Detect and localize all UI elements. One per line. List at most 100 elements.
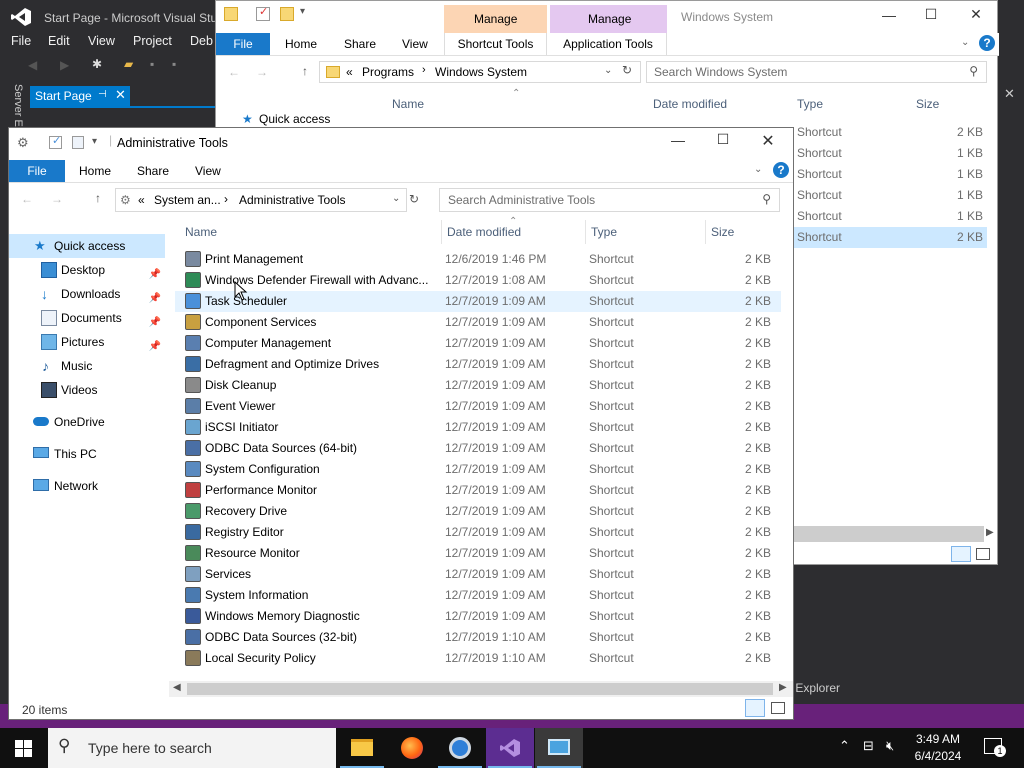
ws-tab-file[interactable]: File	[216, 33, 270, 55]
minimize-icon[interactable]: —	[874, 7, 904, 23]
show-hidden-icons-icon[interactable]: ⌃	[839, 738, 850, 754]
manage-context-tab-2[interactable]: Manage	[550, 5, 667, 33]
new-item-icon[interactable]	[72, 136, 84, 149]
col-divider[interactable]	[441, 220, 442, 244]
close-icon[interactable]: ✕	[961, 6, 991, 23]
taskbar-chrome[interactable]	[436, 728, 484, 768]
large-icons-view-icon[interactable]	[976, 548, 990, 560]
table-row[interactable]: Shortcut 1 KB	[794, 185, 987, 206]
table-row[interactable]: Defragment and Optimize Drives 12/7/2019 …	[175, 354, 781, 375]
col-date-modified[interactable]: Date modified	[447, 220, 521, 244]
table-row[interactable]: Disk Cleanup 12/7/2019 1:09 AM Shortcut 2 K…	[175, 375, 781, 396]
taskbar-search-box[interactable]: ⚲ Type here to search	[48, 728, 336, 768]
ws-col-name[interactable]: Name	[392, 97, 424, 111]
ws-up-icon[interactable]: ↑	[302, 64, 308, 78]
search-box[interactable]: Search Administrative Tools ⚲	[439, 188, 780, 212]
vs-menu-view[interactable]: View	[88, 34, 115, 48]
nav-desktop[interactable]: Desktop 📌	[9, 258, 165, 282]
ws-back-icon[interactable]: ←	[228, 65, 240, 79]
table-row[interactable]: System Configuration 12/7/2019 1:09 AM Sho…	[175, 459, 781, 480]
table-row[interactable]: iSCSI Initiator 12/7/2019 1:09 AM Shortcut…	[175, 417, 781, 438]
manage-context-tab-1[interactable]: Manage	[444, 5, 547, 33]
ws-tab-share[interactable]: Share	[344, 33, 376, 55]
details-view-icon[interactable]	[951, 546, 971, 562]
vs-menu-debug[interactable]: Deb	[190, 34, 213, 48]
ws-forward-icon[interactable]: →	[256, 65, 268, 79]
tab-share[interactable]: Share	[137, 160, 169, 182]
ws-col-type[interactable]: Type	[797, 97, 823, 111]
table-row[interactable]: Shortcut 1 KB	[794, 164, 987, 185]
table-row[interactable]: Performance Monitor 12/7/2019 1:09 AM Shor…	[175, 480, 781, 501]
tab-home[interactable]: Home	[79, 160, 111, 182]
save-icon[interactable]: ▪	[150, 57, 154, 71]
large-icons-view-icon[interactable]	[771, 702, 785, 714]
ws-horizontal-scrollbar-thumb[interactable]	[794, 526, 984, 542]
nav-documents[interactable]: Documents 📌	[9, 306, 165, 330]
table-row[interactable]: Registry Editor 12/7/2019 1:09 AM Shortcut…	[175, 522, 781, 543]
table-row[interactable]: Task Scheduler 12/7/2019 1:09 AM Shortcut 2…	[175, 291, 781, 312]
table-row[interactable]: Resource Monitor 12/7/2019 1:09 AM Shortcu…	[175, 543, 781, 564]
pin-icon[interactable]: ⊣	[98, 89, 107, 100]
back-arrow-icon[interactable]: ◀	[28, 58, 37, 72]
col-divider[interactable]	[705, 220, 706, 244]
nav-music[interactable]: ♪ Music	[9, 354, 165, 378]
tab-view[interactable]: View	[195, 160, 221, 182]
col-type[interactable]: Type	[591, 220, 617, 244]
chevron-down-icon[interactable]: ⌄	[604, 65, 612, 76]
ws-quick-access[interactable]: Quick access	[259, 112, 330, 126]
scrollbar-thumb[interactable]	[187, 683, 773, 695]
ws-col-size[interactable]: Size	[916, 97, 939, 111]
help-icon[interactable]: ?	[773, 162, 789, 178]
help-icon[interactable]: ?	[979, 35, 995, 51]
nav-quick-access[interactable]: ★ Quick access	[9, 234, 165, 258]
close-tab-icon[interactable]: ✕	[115, 87, 126, 103]
breadcrumb-system-and-security[interactable]: System an...	[154, 193, 221, 207]
table-row[interactable]: ODBC Data Sources (32-bit) 12/7/2019 1:10…	[175, 627, 781, 648]
table-row-selected[interactable]: Shortcut 2 KB	[794, 227, 987, 248]
nav-downloads[interactable]: ↓ Downloads 📌	[9, 282, 165, 306]
properties-icon[interactable]: ✓	[49, 135, 62, 149]
quick-access-toolbar-dropdown-icon[interactable]: ▾	[300, 6, 305, 17]
taskbar-file-explorer[interactable]	[338, 728, 386, 768]
table-row[interactable]: Windows Memory Diagnostic 12/7/2019 1:09 …	[175, 606, 781, 627]
table-row[interactable]: Recovery Drive 12/7/2019 1:09 AM Shortcut 2…	[175, 501, 781, 522]
save-all-icon[interactable]: ▪	[172, 57, 176, 71]
table-row[interactable]: Shortcut 1 KB	[794, 143, 987, 164]
ws-tab-shortcut-tools[interactable]: Shortcut Tools	[444, 33, 547, 55]
breadcrumb-overflow[interactable]: «	[138, 193, 145, 207]
vs-menu-project[interactable]: Project	[133, 34, 172, 48]
up-icon[interactable]: ↑	[95, 191, 101, 205]
properties-icon[interactable]: ✓	[256, 6, 270, 21]
table-row[interactable]: Shortcut 1 KB	[794, 206, 987, 227]
col-size[interactable]: Size	[711, 220, 734, 244]
tab-file[interactable]: File	[9, 160, 65, 182]
table-row[interactable]: Local Security Policy 12/7/2019 1:10 AM Sh…	[175, 648, 781, 669]
address-bar[interactable]: ⚙ « System an... › Administrative Tools …	[115, 188, 407, 212]
clock-time[interactable]: 3:49 AM	[914, 732, 962, 746]
ws-tab-home[interactable]: Home	[285, 33, 317, 55]
search-icon[interactable]: ⚲	[969, 64, 978, 78]
notification-center-icon[interactable]: 1	[984, 738, 1006, 757]
maximize-icon[interactable]: ☐	[708, 131, 738, 148]
search-icon[interactable]: ⚲	[762, 192, 771, 206]
forward-icon[interactable]: →	[51, 192, 63, 206]
network-tray-icon[interactable]: ⊟	[863, 738, 874, 754]
table-row[interactable]: Computer Management 12/7/2019 1:09 AM Shor…	[175, 333, 781, 354]
start-page-tab[interactable]: Start Page ⊣ ✕	[30, 86, 130, 106]
table-row[interactable]: Services 12/7/2019 1:09 AM Shortcut 2 KB	[175, 564, 781, 585]
nav-this-pc[interactable]: This PC	[9, 442, 165, 466]
table-row[interactable]: Event Viewer 12/7/2019 1:09 AM Shortcut 2 K…	[175, 396, 781, 417]
col-name[interactable]: Name	[185, 220, 217, 244]
ws-address-bar[interactable]: « Programs › Windows System ⌄ ↻	[319, 61, 641, 83]
new-project-icon[interactable]: ✱	[92, 57, 102, 71]
nav-videos[interactable]: Videos	[9, 378, 165, 402]
nav-onedrive[interactable]: OneDrive	[9, 410, 165, 434]
table-row[interactable]: Shortcut 2 KB	[794, 122, 987, 143]
ws-tab-application-tools[interactable]: Application Tools	[550, 33, 667, 55]
nav-pictures[interactable]: Pictures 📌	[9, 330, 165, 354]
ws-breadcrumb-overflow[interactable]: «	[346, 65, 353, 79]
quick-access-toolbar-dropdown-icon[interactable]: ▾	[92, 136, 97, 147]
close-panel-icon[interactable]: ✕	[1004, 86, 1015, 102]
ws-breadcrumb-programs[interactable]: Programs	[362, 65, 414, 79]
scroll-left-icon[interactable]: ◀	[173, 682, 181, 693]
